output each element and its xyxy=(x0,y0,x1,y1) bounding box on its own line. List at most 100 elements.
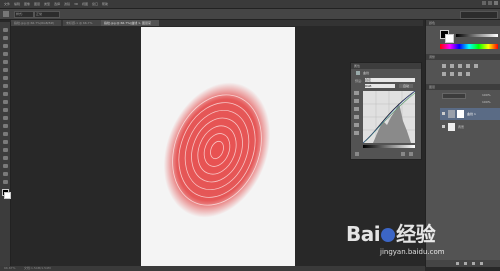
delete-layer-icon[interactable] xyxy=(480,262,483,265)
gray-point-eyedropper-icon[interactable] xyxy=(354,107,359,111)
menu-image[interactable]: 图像 xyxy=(24,2,30,6)
preset-label: 预设: xyxy=(355,79,363,83)
move-tool-icon[interactable] xyxy=(3,28,8,32)
history-brush-tool-icon[interactable] xyxy=(3,100,8,104)
menu-view[interactable]: 视图 xyxy=(82,2,88,6)
watermark-brand-cn: 经验 xyxy=(396,222,436,246)
panel-background-swatch[interactable] xyxy=(445,34,454,43)
trash-icon[interactable] xyxy=(409,152,413,156)
color-panel-title: 颜色 xyxy=(429,21,436,25)
layer-row-curves[interactable]: 曲线 1 xyxy=(440,108,500,120)
layer-name[interactable]: 曲线 1 xyxy=(467,112,476,116)
color-ramp[interactable] xyxy=(440,44,498,49)
style-select[interactable]: 正常 xyxy=(34,11,60,18)
pen-tool-icon[interactable] xyxy=(3,140,8,144)
document-canvas[interactable] xyxy=(141,27,295,266)
curves-icon[interactable] xyxy=(458,64,462,68)
preset-select[interactable]: 自定 xyxy=(365,78,415,82)
layers-panel-header[interactable]: 图层 xyxy=(426,84,500,90)
color-slider[interactable] xyxy=(456,34,498,37)
type-tool-icon[interactable] xyxy=(3,148,8,152)
tools-panel xyxy=(0,22,11,267)
curves-graph[interactable] xyxy=(363,91,415,143)
black-white-icon[interactable] xyxy=(458,72,462,76)
lasso-tool-icon[interactable] xyxy=(3,44,8,48)
eyedropper-tool-icon[interactable] xyxy=(3,68,8,72)
path-select-tool-icon[interactable] xyxy=(3,156,8,160)
new-layer-icon[interactable] xyxy=(472,262,475,265)
workspace-select[interactable] xyxy=(460,11,498,19)
on-image-adjust-icon[interactable] xyxy=(354,91,359,95)
brightness-icon[interactable] xyxy=(442,64,446,68)
tab-document-1[interactable]: 指纹.jpg @ 66.7%(RGB/8#) xyxy=(11,20,61,26)
color-panel-header[interactable]: 颜色 xyxy=(426,20,500,26)
document-info: 文档:1.54M/1.54M xyxy=(24,266,51,270)
clip-to-layer-icon[interactable] xyxy=(355,152,359,156)
gradient-tool-icon[interactable] xyxy=(3,116,8,120)
menu-file[interactable]: 文件 xyxy=(4,2,10,6)
zoom-level[interactable]: 66.67% xyxy=(4,266,15,271)
menu-select[interactable]: 选择 xyxy=(54,2,60,6)
brush-tool-icon[interactable] xyxy=(3,84,8,88)
close-icon[interactable] xyxy=(494,1,498,5)
maximize-icon[interactable] xyxy=(488,1,492,5)
tool-preset-icon[interactable] xyxy=(3,11,9,17)
levels-icon[interactable] xyxy=(450,64,454,68)
menu-window[interactable]: 窗口 xyxy=(92,2,98,6)
channel-select[interactable]: RGB xyxy=(365,84,395,88)
eraser-tool-icon[interactable] xyxy=(3,108,8,112)
adjustment-layer-thumbnail xyxy=(448,110,455,118)
vibrance-icon[interactable] xyxy=(474,64,478,68)
blend-mode-select[interactable] xyxy=(442,93,466,99)
photo-filter-icon[interactable] xyxy=(466,72,470,76)
curves-adjustment-icon xyxy=(356,71,360,75)
tab-document-2[interactable]: 未标题-1 @ 66.7% xyxy=(63,20,101,26)
pencil-draw-icon[interactable] xyxy=(354,131,359,135)
auto-button[interactable]: 自动 xyxy=(399,84,413,88)
shape-tool-icon[interactable] xyxy=(3,164,8,168)
layer-mask-thumbnail[interactable] xyxy=(457,110,464,118)
tab-document-3[interactable]: 指纹.jpg @ 66.7%(曲线 1, 图层蒙版/8) xyxy=(101,20,159,31)
hand-tool-icon[interactable] xyxy=(3,172,8,176)
add-mask-icon[interactable] xyxy=(464,262,467,265)
hue-saturation-icon[interactable] xyxy=(442,72,446,76)
black-point-eyedropper-icon[interactable] xyxy=(354,99,359,103)
minimize-icon[interactable] xyxy=(482,1,486,5)
curves-title-bar[interactable]: 属性 xyxy=(351,63,421,69)
opacity-value[interactable]: 100% xyxy=(482,93,491,97)
white-point-eyedropper-icon[interactable] xyxy=(354,115,359,119)
output-gradient-bar xyxy=(363,145,415,148)
exposure-icon[interactable] xyxy=(466,64,470,68)
menu-bar: 文件 编辑 图像 图层 类型 选择 滤镜 3D 视图 窗口 帮助 xyxy=(0,0,500,9)
crop-tool-icon[interactable] xyxy=(3,60,8,64)
healing-tool-icon[interactable] xyxy=(3,76,8,80)
background-color-swatch[interactable] xyxy=(4,192,11,199)
dodge-tool-icon[interactable] xyxy=(3,132,8,136)
stamp-tool-icon[interactable] xyxy=(3,92,8,96)
menu-edit[interactable]: 编辑 xyxy=(14,2,20,6)
visibility-eye-icon[interactable] xyxy=(442,112,445,115)
layers-panel-title: 图层 xyxy=(429,85,436,89)
marquee-tool-icon[interactable] xyxy=(3,36,8,40)
menu-filter[interactable]: 滤镜 xyxy=(64,2,70,6)
menu-layer[interactable]: 图层 xyxy=(34,2,40,6)
document-tabs: 指纹.jpg @ 66.7%(RGB/8#) 未标题-1 @ 66.7% 指纹.… xyxy=(11,20,423,31)
menu-type[interactable]: 类型 xyxy=(44,2,50,6)
panel-dock: 颜色 调整 图层 100% 100% 曲线 1 背景 xyxy=(425,20,500,267)
baidu-watermark: Bai 经验 xyxy=(346,218,436,247)
zoom-tool-icon[interactable] xyxy=(3,180,8,184)
menu-help[interactable]: 帮助 xyxy=(102,2,108,6)
layer-name[interactable]: 背景 xyxy=(458,125,464,129)
quick-select-tool-icon[interactable] xyxy=(3,52,8,56)
menu-3d[interactable]: 3D xyxy=(74,2,78,6)
reset-icon[interactable] xyxy=(401,152,405,156)
layer-row-background[interactable]: 背景 xyxy=(440,121,500,133)
curve-points-icon[interactable] xyxy=(354,123,359,127)
blur-tool-icon[interactable] xyxy=(3,124,8,128)
background-layer-thumbnail xyxy=(448,123,455,131)
adjustments-panel-header[interactable]: 调整 xyxy=(426,54,500,60)
color-balance-icon[interactable] xyxy=(450,72,454,76)
visibility-eye-icon[interactable] xyxy=(442,125,445,128)
fill-value[interactable]: 100% xyxy=(482,100,491,104)
link-layers-icon[interactable] xyxy=(456,262,459,265)
